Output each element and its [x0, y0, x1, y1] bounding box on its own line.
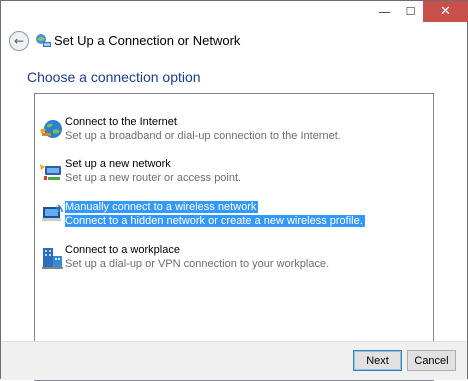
cancel-button[interactable]: Cancel	[407, 350, 456, 371]
new-network-router-icon	[40, 164, 61, 180]
option-description: Connect to a hidden network or create a …	[65, 215, 365, 227]
wireless-network-icon	[42, 204, 63, 221]
page-title: Choose a connection option	[27, 69, 201, 85]
option-description: Set up a broadband or dial-up connection…	[65, 130, 341, 142]
option-title: Connect to the Internet	[65, 116, 177, 128]
workplace-vpn-icon	[42, 248, 63, 269]
connection-option-list[interactable]: Connect to the Internet Set up a broadba…	[34, 93, 434, 381]
back-button[interactable]: ←	[9, 31, 29, 51]
option-description: Set up a new router or access point.	[65, 172, 242, 184]
title-bar[interactable]: — ☐ ✕	[1, 1, 468, 29]
wizard-title: Set Up a Connection or Network	[54, 33, 241, 48]
option-title: Set up a new network	[65, 158, 171, 170]
option-title: Connect to a workplace	[65, 244, 180, 256]
option-title: Manually connect to a wireless network	[65, 201, 259, 213]
back-arrow-icon: ←	[13, 34, 25, 48]
option-manual-wireless[interactable]: Manually connect to a wireless network C…	[35, 197, 433, 237]
option-connect-internet[interactable]: Connect to the Internet Set up a broadba…	[35, 112, 433, 152]
option-new-network[interactable]: Set up a new network Set up a new router…	[35, 154, 433, 194]
button-bar: Next Cancel	[1, 341, 467, 380]
close-icon: ✕	[440, 4, 451, 19]
content-area: Choose a connection option Connect to th…	[1, 53, 467, 381]
minimize-icon: —	[378, 4, 391, 19]
wizard-header: ← Set Up a Connection or Network	[1, 29, 467, 53]
next-button[interactable]: Next	[353, 350, 402, 371]
maximize-icon: ☐	[405, 5, 416, 18]
option-description: Set up a dial-up or VPN connection to yo…	[65, 258, 330, 270]
option-workplace[interactable]: Connect to a workplace Set up a dial-up …	[35, 240, 433, 280]
network-setup-icon	[36, 34, 51, 47]
internet-globe-icon	[40, 120, 62, 138]
maximize-button[interactable]: ☐	[398, 1, 423, 22]
wizard-window: — ☐ ✕ ← Set Up a Connection or Network C…	[0, 0, 468, 381]
minimize-button[interactable]: —	[372, 1, 397, 22]
close-button[interactable]: ✕	[423, 1, 468, 22]
